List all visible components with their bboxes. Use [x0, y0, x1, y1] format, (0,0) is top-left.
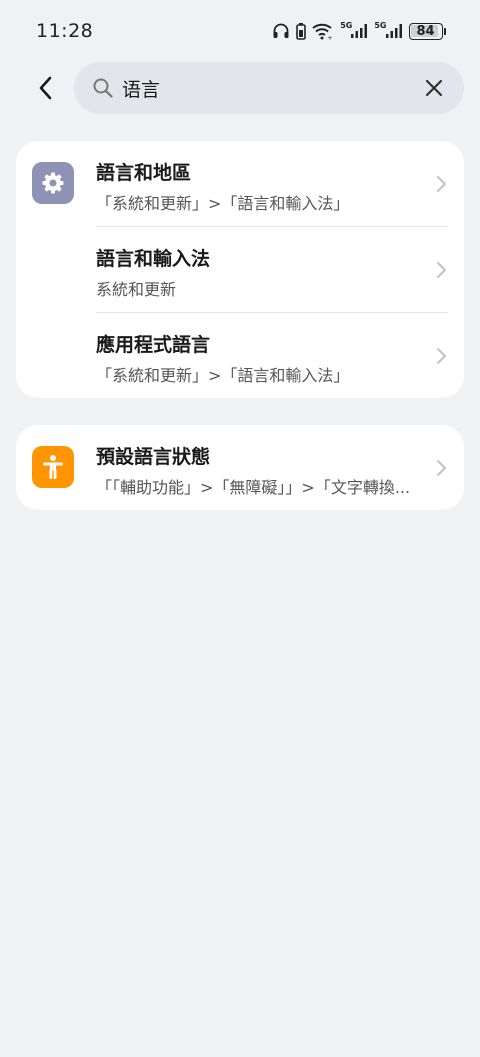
- search-header: [0, 62, 480, 114]
- status-time: 11:28: [36, 20, 94, 42]
- result-path: 「系統和更新」>「語言和輸入法」: [96, 194, 350, 213]
- results-group-accessibility: 預設語言狀態 「「輔助功能」>「無障礙」」>「文字轉換...: [16, 425, 464, 510]
- accessibility-icon: [32, 446, 74, 488]
- chevron-right-icon: [437, 262, 446, 278]
- wifi-icon: +: [312, 22, 334, 40]
- result-item[interactable]: 語言和輸入法 系統和更新: [16, 227, 464, 312]
- battery-saver-icon: [296, 22, 307, 40]
- headphones-icon: [272, 22, 290, 40]
- search-input[interactable]: [122, 77, 420, 99]
- back-button[interactable]: [28, 70, 64, 106]
- result-path: 「系統和更新」>「語言和輸入法」: [96, 366, 350, 385]
- chevron-left-icon: [39, 76, 52, 100]
- chevron-right-icon: [437, 460, 446, 476]
- gear-icon: [32, 162, 74, 204]
- svg-text:+: +: [328, 35, 333, 40]
- signal-icon-1: 5G: [340, 21, 368, 39]
- chevron-right-icon: [437, 348, 446, 364]
- result-title: 預設語言狀態: [96, 446, 211, 468]
- signal-icon-2: 5G: [374, 21, 402, 39]
- result-path: 系統和更新: [96, 280, 177, 299]
- search-bar[interactable]: [74, 62, 464, 114]
- result-path: 「「輔助功能」>「無障礙」」>「文字轉換...: [96, 478, 411, 497]
- search-icon: [92, 77, 114, 99]
- result-item[interactable]: 語言和地區 「系統和更新」>「語言和輸入法」: [16, 141, 464, 226]
- result-item[interactable]: 應用程式語言 「系統和更新」>「語言和輸入法」: [16, 313, 464, 398]
- status-icons: + 5G 5G 84: [272, 21, 446, 40]
- result-title: 語言和輸入法: [96, 248, 211, 270]
- status-bar: 11:28 + 5G 5G 84: [0, 0, 480, 62]
- clear-search-button[interactable]: [420, 74, 448, 102]
- battery-icon: 84: [408, 22, 446, 40]
- chevron-right-icon: [437, 176, 446, 192]
- close-icon: [425, 79, 443, 97]
- result-title: 語言和地區: [96, 162, 192, 184]
- results-group-system: 語言和地區 「系統和更新」>「語言和輸入法」 語言和輸入法 系統和更新 應用程式…: [16, 141, 464, 398]
- result-item[interactable]: 預設語言狀態 「「輔助功能」>「無障礙」」>「文字轉換...: [16, 425, 464, 510]
- result-title: 應用程式語言: [96, 334, 211, 356]
- battery-level: 84: [416, 23, 435, 39]
